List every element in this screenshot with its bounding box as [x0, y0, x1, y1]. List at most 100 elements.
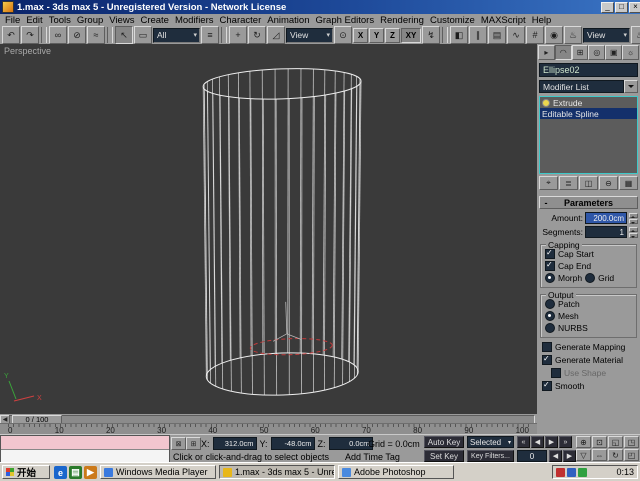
- show-end-result-icon[interactable]: ≣: [559, 176, 578, 190]
- select-and-manipulate-icon[interactable]: ↯: [422, 26, 440, 44]
- schematic-view-icon[interactable]: #: [526, 26, 544, 44]
- bind-to-space-warp-icon[interactable]: ≈: [87, 26, 105, 44]
- menu-help[interactable]: Help: [529, 15, 555, 26]
- smooth-checkbox[interactable]: [542, 381, 552, 391]
- add-time-tag[interactable]: Add Time Tag: [345, 452, 400, 462]
- menu-group[interactable]: Group: [74, 15, 106, 26]
- auto-key-button[interactable]: Auto Key: [424, 436, 464, 448]
- tab-modify[interactable]: ◠: [555, 45, 572, 60]
- render-type-dropdown[interactable]: View▾: [583, 28, 630, 43]
- time-slider[interactable]: ◀ 0 / 100: [0, 414, 537, 423]
- maximize-button[interactable]: □: [615, 2, 628, 13]
- cap-start-checkbox[interactable]: [545, 249, 555, 259]
- tab-display[interactable]: ▣: [605, 45, 622, 60]
- zoom-all-icon[interactable]: ⊡: [592, 436, 607, 448]
- menu-customize[interactable]: Customize: [427, 15, 478, 26]
- start-button[interactable]: 开始: [2, 465, 50, 479]
- segments-field[interactable]: 1: [585, 226, 627, 238]
- material-editor-icon[interactable]: ◉: [545, 26, 563, 44]
- arc-rotate-icon[interactable]: ↻: [608, 449, 623, 461]
- x-constraint-button[interactable]: X: [353, 28, 368, 43]
- key-filters-button[interactable]: Key Filters...: [467, 450, 514, 462]
- min-max-toggle-icon[interactable]: ◰: [624, 449, 639, 461]
- quicklaunch-media-icon[interactable]: ▶: [84, 466, 97, 479]
- undo-icon[interactable]: ↶: [2, 26, 20, 44]
- modifier-bulb-icon[interactable]: [542, 99, 550, 107]
- y-coordinate-field[interactable]: -48.0cm: [271, 437, 315, 450]
- use-shape-checkbox[interactable]: [551, 368, 561, 378]
- morph-radio[interactable]: [545, 273, 555, 283]
- layer-manager-icon[interactable]: ▤: [488, 26, 506, 44]
- parameters-rollout-header[interactable]: - Parameters: [539, 196, 638, 209]
- amount-field[interactable]: 200.0cm: [585, 212, 627, 224]
- minimize-button[interactable]: _: [601, 2, 614, 13]
- zoom-extents-icon[interactable]: ◱: [608, 436, 623, 448]
- amount-spinner[interactable]: [629, 213, 638, 224]
- tab-create[interactable]: ▸: [538, 45, 555, 60]
- configure-button-sets-icon[interactable]: ▦: [619, 176, 638, 190]
- mesh-radio[interactable]: [545, 311, 555, 321]
- menu-create[interactable]: Create: [137, 15, 172, 26]
- quick-render-icon[interactable]: ♨: [631, 26, 640, 44]
- maxscript-mini-listener[interactable]: [0, 435, 170, 464]
- field-of-view-icon[interactable]: ▽: [576, 449, 591, 461]
- modifier-stack[interactable]: ExtrudeEditable Spline: [539, 96, 638, 174]
- pan-icon[interactable]: ⇔: [592, 449, 607, 461]
- mirror-icon[interactable]: ◧: [450, 26, 468, 44]
- selection-filter-dropdown[interactable]: All▾: [153, 28, 200, 43]
- generate-material-checkbox[interactable]: [542, 355, 552, 365]
- select-and-scale-icon[interactable]: ◿: [267, 26, 285, 44]
- stack-item-editable-spline[interactable]: Editable Spline: [540, 108, 637, 119]
- select-by-name-icon[interactable]: ≡: [201, 26, 219, 44]
- z-coordinate-field[interactable]: 0.0cm: [329, 437, 373, 450]
- tray-icon-red[interactable]: [556, 468, 565, 477]
- tab-utilities[interactable]: ☼: [622, 45, 639, 60]
- xy-constraint-button[interactable]: XY: [401, 28, 421, 43]
- tab-hierarchy[interactable]: ⊞: [572, 45, 589, 60]
- menu-character[interactable]: Character: [217, 15, 265, 26]
- tab-motion[interactable]: ◎: [588, 45, 605, 60]
- object-name-field[interactable]: Ellipse02: [539, 63, 638, 77]
- go-to-end-icon[interactable]: »: [559, 436, 572, 448]
- previous-key-icon[interactable]: ◀: [549, 450, 562, 462]
- x-coordinate-field[interactable]: 312.0cm: [213, 437, 257, 450]
- select-and-move-icon[interactable]: +: [229, 26, 247, 44]
- use-pivot-center-icon[interactable]: ⊙: [334, 26, 352, 44]
- menu-file[interactable]: File: [2, 15, 23, 26]
- go-to-start-icon[interactable]: «: [517, 436, 530, 448]
- zoom-extents-all-icon[interactable]: ◳: [624, 436, 639, 448]
- menu-edit[interactable]: Edit: [23, 15, 45, 26]
- patch-radio[interactable]: [545, 299, 555, 309]
- quicklaunch-desktop-icon[interactable]: ▤: [69, 466, 82, 479]
- nurbs-radio[interactable]: [545, 323, 555, 333]
- reference-coordinate-dropdown[interactable]: View▾: [286, 28, 333, 43]
- redo-icon[interactable]: ↷: [21, 26, 39, 44]
- menu-graph-editors[interactable]: Graph Editors: [312, 15, 377, 26]
- menu-rendering[interactable]: Rendering: [377, 15, 427, 26]
- play-icon[interactable]: ▶: [545, 436, 558, 448]
- menu-animation[interactable]: Animation: [264, 15, 312, 26]
- generate-mapping-checkbox[interactable]: [542, 342, 552, 352]
- viewport-label[interactable]: Perspective: [4, 46, 51, 56]
- unlink-selection-icon[interactable]: ⊘: [68, 26, 86, 44]
- next-key-icon[interactable]: ▶: [563, 450, 576, 462]
- stack-item-extrude[interactable]: Extrude: [540, 97, 637, 108]
- render-scene-icon[interactable]: ♨: [564, 26, 582, 44]
- tray-icon-blue[interactable]: [567, 468, 576, 477]
- menu-views[interactable]: Views: [106, 15, 137, 26]
- select-and-link-icon[interactable]: ∞: [49, 26, 67, 44]
- task-adobe-photoshop[interactable]: Adobe Photoshop: [338, 465, 454, 479]
- curve-editor-icon[interactable]: ∿: [507, 26, 525, 44]
- zoom-icon[interactable]: ⊕: [576, 436, 591, 448]
- current-frame-field[interactable]: 0: [517, 450, 547, 462]
- viewport-perspective[interactable]: XY Perspective: [0, 44, 538, 414]
- previous-frame-icon[interactable]: ◀: [531, 436, 544, 448]
- z-constraint-button[interactable]: Z: [385, 28, 400, 43]
- selection-region-icon[interactable]: ▭: [134, 26, 152, 44]
- cap-end-checkbox[interactable]: [545, 261, 555, 271]
- modifier-list-arrow-icon[interactable]: [624, 80, 638, 93]
- task-3ds-max[interactable]: 1.max - 3ds max 5 - Unre...: [219, 465, 335, 479]
- menu-tools[interactable]: Tools: [46, 15, 74, 26]
- quicklaunch-ie-icon[interactable]: e: [54, 466, 67, 479]
- lock-selection-icon[interactable]: ⊠: [171, 437, 186, 450]
